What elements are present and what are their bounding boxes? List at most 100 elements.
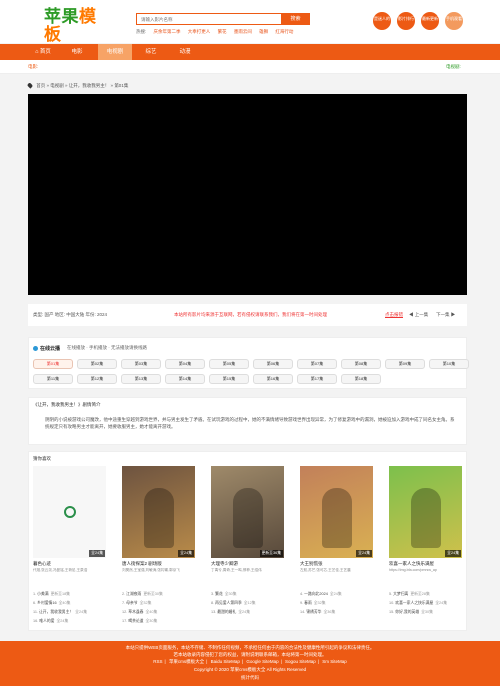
episode-button[interactable]: 第11集: [33, 374, 73, 384]
poster-image[interactable]: 全24集: [389, 466, 462, 558]
report-link[interactable]: 点击报错: [385, 312, 403, 318]
episode-button[interactable]: 第18集: [341, 374, 381, 384]
recommend-card[interactable]: 全24集暮色心迹 代旭,张云尧,冯曼铭,王荷尼,王泉浩: [33, 466, 106, 585]
episode-button[interactable]: 第15集: [209, 374, 249, 384]
hot-word[interactable]: 红海行动: [275, 29, 293, 34]
ranking-item[interactable]: 6.乡村爱情16 全40集: [33, 601, 70, 606]
playlist-subtitle: 在线播放 · 手机播放 · 无法播放请换线路: [67, 345, 147, 350]
footer-link-google[interactable]: Google SiteMap: [246, 659, 278, 664]
rank-title: 你好,我的英雄: [395, 610, 420, 614]
logo-text-green: 苹果: [44, 7, 79, 27]
episode-badge: 全24集: [89, 550, 105, 557]
ranking-item[interactable]: 9.春雨 全32集: [300, 601, 326, 606]
ranking-item[interactable]: 10.欢喜一家人之快乐满屋 全24集: [389, 601, 447, 606]
nav-anime[interactable]: 动漫: [170, 44, 200, 60]
ranking-item[interactable]: 1.小美满 更新至18集: [33, 592, 70, 597]
ranking-item[interactable]: 2.江湖夜雨 更新至30集: [122, 592, 163, 597]
subbar-tv[interactable]: 电视剧:: [446, 64, 461, 70]
recommend-card[interactable]: 全24集 欢喜一家人之快乐满屋 https://img.bfa.com/pmrsw_…: [389, 466, 462, 585]
episode-button[interactable]: 第10集: [429, 359, 469, 369]
footer-link-rss[interactable]: RSS: [153, 659, 162, 664]
quick-link-rank[interactable]: 影片排行: [397, 12, 415, 30]
ranking-item[interactable]: 15.你好,我的英雄 全30集: [389, 610, 433, 615]
poster-image[interactable]: 全24集: [33, 466, 106, 558]
nav-variety[interactable]: 综艺: [136, 44, 166, 60]
poster-image[interactable]: 全24集: [122, 466, 195, 558]
next-episode-button[interactable]: 下一集 ▶: [436, 312, 455, 318]
ranking-item[interactable]: 4.一路向北2024 全24集: [300, 592, 342, 597]
ranking-item[interactable]: 3.繁花 全30集: [211, 592, 237, 597]
poster-figure: [411, 488, 441, 548]
prev-episode-button[interactable]: ◀ 上一集: [409, 312, 428, 318]
episode-button[interactable]: 第04集: [165, 359, 205, 369]
rank-status: 全24集: [329, 592, 342, 596]
footer-link-baidu[interactable]: Baidu SiteMap: [211, 659, 240, 664]
footer-copyright: Copyright © 2020 苹果cms模板大全 All Rights Re…: [193, 667, 307, 672]
video-player[interactable]: [28, 94, 467, 295]
episode-button[interactable]: 第06集: [253, 359, 293, 369]
crumb-home[interactable]: 首页: [36, 83, 45, 88]
poster-image[interactable]: 全24集: [300, 466, 373, 558]
episode-button[interactable]: 第16集: [253, 374, 293, 384]
quick-link-new[interactable]: 最新更新: [421, 12, 439, 30]
episode-button[interactable]: 第01集: [33, 359, 73, 369]
hot-word[interactable]: 庆余年第二季: [154, 29, 181, 34]
quick-link-1[interactable]: 是迷人的: [373, 12, 391, 30]
hot-word[interactable]: 大奉打更人: [188, 29, 211, 34]
ranking-item[interactable]: 16.唯人的爱 全24集: [33, 619, 68, 624]
card-title[interactable]: 暮色心迹: [33, 561, 51, 567]
rank-title: 再见爱人第四季: [215, 601, 242, 605]
hot-word[interactable]: 繁花: [218, 29, 227, 34]
ranking-item[interactable]: 17.喝茶论道 全30集: [122, 619, 157, 624]
video-meta: 类型: 国产 地区: 中国大陆 年份: 2024: [33, 312, 108, 317]
recommend-card[interactable]: 全24集 大王别慌张 左航,苏芒,张可芯,王艺佳,王艺晨: [300, 466, 373, 585]
footer-link-sm[interactable]: Sm SiteMap: [322, 659, 347, 664]
card-title[interactable]: 欢喜一家人之快乐满屋: [389, 561, 434, 567]
episode-button[interactable]: 第08集: [341, 359, 381, 369]
crumb-category[interactable]: 电视剧: [50, 83, 64, 88]
episode-button[interactable]: 第05集: [209, 359, 249, 369]
episode-button[interactable]: 第09集: [385, 359, 425, 369]
episode-button[interactable]: 第13集: [121, 374, 161, 384]
rank-status: 全36集: [323, 610, 336, 614]
episode-button[interactable]: 第12集: [77, 374, 117, 384]
episode-button[interactable]: 第03集: [121, 359, 161, 369]
subbar-movie[interactable]: 电影:: [28, 64, 38, 70]
ranking-item[interactable]: 14.锦绣芳华 全36集: [300, 610, 335, 615]
episode-button[interactable]: 第02集: [77, 359, 117, 369]
episode-button[interactable]: 第14集: [165, 374, 205, 384]
episode-button[interactable]: 第07集: [297, 359, 337, 369]
search-input[interactable]: [136, 13, 282, 25]
quick-link-mobile[interactable]: 手机观看: [445, 12, 463, 30]
footer-link-templates[interactable]: 苹果cms模板大全: [169, 659, 204, 664]
card-title[interactable]: 大王别慌张: [300, 561, 323, 567]
nav-movie[interactable]: 电影: [62, 44, 92, 60]
card-cast: 代旭,张云尧,冯曼铭,王荷尼,王泉浩: [33, 568, 88, 572]
search-button[interactable]: 搜索: [281, 13, 310, 25]
ranking-item[interactable]: 5.大梦归离 更新至28集: [389, 592, 430, 597]
ranking-item[interactable]: 7.母亲节 全32集: [122, 601, 151, 606]
rank-title: 江湖夜雨: [126, 592, 142, 596]
poster-image[interactable]: 更新至36集: [211, 466, 284, 558]
hot-label: 热搜:: [136, 29, 147, 34]
card-title[interactable]: 唐人街探案2 剧场版: [122, 561, 162, 567]
nav-home[interactable]: ⌂ 首页: [28, 44, 58, 60]
ranking-item[interactable]: 8.再见爱人第四季 全12集: [211, 601, 256, 606]
footer-stats: 统计代码: [241, 675, 259, 680]
hot-word[interactable]: 墨雨云间: [234, 29, 252, 34]
site-logo[interactable]: 苹果模板 PGMOBAN: [44, 7, 108, 49]
recommend-title: 猜你喜欢: [33, 456, 51, 461]
hot-word[interactable]: 雄狮: [259, 29, 268, 34]
crumb-title[interactable]: 让开，我收我男主！: [69, 83, 110, 88]
header: 苹果模板 PGMOBAN 搜索 热搜: 庆余年第二季 大奉打更人 繁花 墨雨云间…: [0, 0, 500, 49]
ranking-item[interactable]: 11.让开，我收我男主！ 全24集: [33, 610, 87, 615]
recommend-card[interactable]: 更新至36集 大理寺少卿游 丁禹兮,周奇,王一鸣,邢菲,王绍伟: [211, 466, 284, 585]
episode-button[interactable]: 第17集: [297, 374, 337, 384]
playlist-title: 在线云播: [33, 345, 60, 352]
card-title[interactable]: 大理寺少卿游: [211, 561, 238, 567]
ranking-item[interactable]: 12.草木逢春 全40集: [122, 610, 157, 615]
ranking-item[interactable]: 13.最甜的婚礼 全24集: [211, 610, 250, 615]
recommend-card[interactable]: 全24集 唐人街探案2 剧场版 刘昊然,王宝强,刘敏涛,张钧甯,郭京飞: [122, 466, 195, 585]
nav-tv[interactable]: 电视剧: [98, 44, 132, 60]
footer-link-sogou[interactable]: Sogou SiteMap: [285, 659, 316, 664]
